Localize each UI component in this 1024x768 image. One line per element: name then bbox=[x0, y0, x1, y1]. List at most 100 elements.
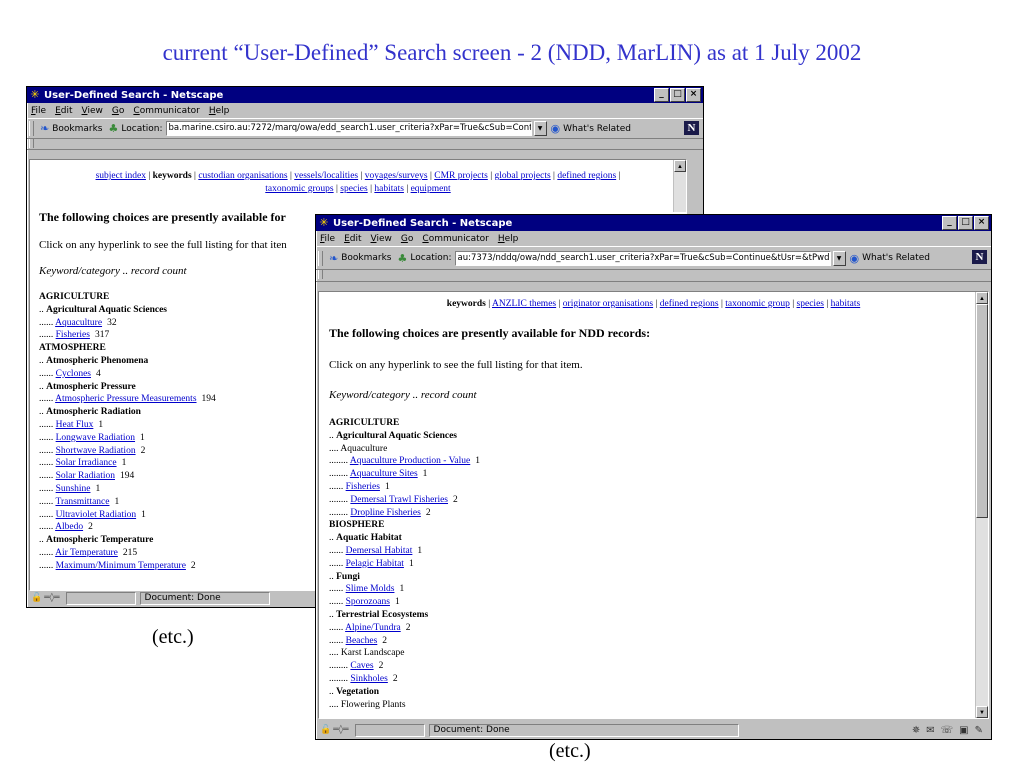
nav-anzlic-themes[interactable]: ANZLIC themes bbox=[492, 299, 556, 309]
navigator-icon[interactable]: ✵ bbox=[912, 725, 920, 736]
menu-help[interactable]: Help bbox=[209, 106, 230, 116]
vertical-scrollbar[interactable]: ▲ bbox=[673, 160, 686, 212]
menu-file[interactable]: File bbox=[31, 106, 46, 116]
nav-global-projects[interactable]: global projects bbox=[494, 171, 550, 181]
keyword-link[interactable]: Fisheries bbox=[346, 482, 380, 492]
url-field[interactable]: au:7373/nddq/owa/ndd_search1.user_criter… bbox=[454, 250, 831, 266]
instruction-text: Click on any hyperlink to see the full l… bbox=[329, 359, 583, 371]
scroll-up-icon[interactable]: ▲ bbox=[976, 292, 988, 304]
security-lock-icon[interactable]: 🔓 bbox=[31, 593, 42, 603]
nav-species[interactable]: species bbox=[797, 299, 824, 309]
nav-custodian-organisations[interactable]: custodian organisations bbox=[198, 171, 287, 181]
toolbar2-grip[interactable] bbox=[29, 139, 34, 148]
keyword-link[interactable]: Longwave Radiation bbox=[56, 433, 135, 443]
address-book-icon[interactable]: ▣ bbox=[959, 725, 968, 736]
keyword-link[interactable]: Demersal Habitat bbox=[346, 546, 413, 556]
nav-cmr-projects[interactable]: CMR projects bbox=[434, 171, 488, 181]
nav-equipment[interactable]: equipment bbox=[411, 184, 451, 194]
composer-icon[interactable]: ✎ bbox=[975, 725, 983, 736]
vertical-scrollbar[interactable]: ▲ ▼ bbox=[975, 292, 988, 718]
whats-related-button[interactable]: ◉ What's Related bbox=[850, 252, 930, 265]
keyword-link[interactable]: Transmittance bbox=[55, 497, 109, 507]
menu-file[interactable]: File bbox=[320, 234, 335, 244]
keyword-link[interactable]: Maximum/Minimum Temperature bbox=[56, 561, 186, 571]
keyword-link[interactable]: Demersal Trawl Fisheries bbox=[350, 495, 448, 505]
nav-voyages-surveys[interactable]: voyages/surveys bbox=[365, 171, 428, 181]
entry-indent: .... bbox=[329, 648, 341, 659]
keyword-link[interactable]: Solar Radiation bbox=[56, 471, 115, 481]
url-dropdown-arrow-icon[interactable]: ▼ bbox=[533, 121, 547, 136]
close-button[interactable]: × bbox=[686, 88, 701, 102]
menu-view[interactable]: View bbox=[371, 234, 392, 244]
toolbar2-grip[interactable] bbox=[318, 270, 323, 279]
window-titlebar[interactable]: ✳ User-Defined Search - Netscape _ □ × bbox=[316, 215, 991, 231]
bookmarks-button[interactable]: ❧ Bookmarks bbox=[329, 252, 392, 265]
toolbar-grip[interactable] bbox=[29, 121, 34, 136]
keyword-link[interactable]: Beaches bbox=[346, 636, 378, 646]
nav-defined-regions[interactable]: defined regions bbox=[660, 299, 719, 309]
keyword-link[interactable]: Slime Molds bbox=[346, 584, 395, 594]
keyword-link[interactable]: Alpine/Tundra bbox=[345, 623, 401, 633]
keyword-link[interactable]: Aquaculture bbox=[55, 318, 102, 328]
keyword-link[interactable]: Caves bbox=[350, 661, 373, 671]
status-text: Document: Done bbox=[428, 723, 739, 737]
maximize-button[interactable]: □ bbox=[670, 88, 685, 102]
entry-indent: ........ bbox=[329, 456, 350, 467]
menu-communicator[interactable]: Communicator bbox=[422, 234, 488, 244]
keyword-link[interactable]: Dropline Fisheries bbox=[350, 508, 420, 518]
menu-edit[interactable]: Edit bbox=[55, 106, 72, 116]
record-count: 2 bbox=[425, 507, 431, 518]
keyword-link[interactable]: Aquaculture Sites bbox=[350, 469, 418, 479]
nav-habitats[interactable]: habitats bbox=[831, 299, 861, 309]
keyword-link[interactable]: Shortwave Radiation bbox=[56, 446, 136, 456]
maximize-button[interactable]: □ bbox=[958, 216, 973, 230]
nav-vessels-localities[interactable]: vessels/localities bbox=[294, 171, 358, 181]
record-count: 1 bbox=[114, 496, 120, 507]
keyword-link[interactable]: Pelagic Habitat bbox=[346, 559, 404, 569]
security-lock-icon[interactable]: 🔓 bbox=[320, 725, 331, 735]
nav-subject-index[interactable]: subject index bbox=[96, 171, 146, 181]
keyword-link[interactable]: Fisheries bbox=[56, 330, 90, 340]
nav-taxonomic-groups[interactable]: taxonomic groups bbox=[265, 184, 333, 194]
keyword-link[interactable]: Air Temperature bbox=[55, 548, 118, 558]
bookmarks-button[interactable]: ❧ Bookmarks bbox=[40, 122, 103, 135]
nav-taxonomic-group[interactable]: taxonomic group bbox=[725, 299, 790, 309]
url-field[interactable]: ba.marine.csiro.au:7272/marq/owa/edd_sea… bbox=[165, 121, 532, 136]
nav-originator-organisations[interactable]: originator organisations bbox=[563, 299, 653, 309]
toolbar-grip[interactable] bbox=[318, 250, 323, 266]
menu-edit[interactable]: Edit bbox=[344, 234, 361, 244]
window-titlebar[interactable]: ✳ User-Defined Search - Netscape _ □ × bbox=[27, 87, 703, 103]
scroll-up-icon[interactable]: ▲ bbox=[674, 160, 686, 172]
keyword-link[interactable]: Cyclones bbox=[56, 369, 91, 379]
menu-view[interactable]: View bbox=[82, 106, 103, 116]
keyword-link[interactable]: Sporozoans bbox=[346, 597, 390, 607]
menu-go[interactable]: Go bbox=[112, 106, 125, 116]
entry-indent: ........ bbox=[329, 507, 351, 518]
progress-cell bbox=[354, 723, 425, 737]
menu-go[interactable]: Go bbox=[401, 234, 414, 244]
keyword-link[interactable]: Solar Irradiance bbox=[56, 458, 117, 468]
keyword-link[interactable]: Aquaculture Production - Value bbox=[350, 456, 470, 466]
newsgroups-icon[interactable]: ☏ bbox=[941, 725, 954, 736]
entry-indent: ........ bbox=[329, 494, 351, 505]
keyword-link[interactable]: Sunshine bbox=[56, 484, 91, 494]
scroll-thumb[interactable] bbox=[976, 304, 988, 518]
keyword-link[interactable]: Sinkholes bbox=[350, 674, 387, 684]
scroll-down-icon[interactable]: ▼ bbox=[976, 706, 988, 718]
minimize-button[interactable]: _ bbox=[654, 88, 669, 102]
menu-help[interactable]: Help bbox=[498, 234, 519, 244]
keyword-link[interactable]: Heat Flux bbox=[56, 420, 94, 430]
nav-habitats[interactable]: habitats bbox=[374, 184, 404, 194]
nav-defined-regions[interactable]: defined regions bbox=[557, 171, 616, 181]
nav-species[interactable]: species bbox=[340, 184, 367, 194]
mail-icon[interactable]: ✉ bbox=[926, 725, 934, 736]
keyword-link[interactable]: Albedo bbox=[55, 522, 83, 532]
menu-communicator[interactable]: Communicator bbox=[133, 106, 199, 116]
keyword-link[interactable]: Ultraviolet Radiation bbox=[56, 510, 136, 520]
url-dropdown-arrow-icon[interactable]: ▼ bbox=[832, 250, 846, 266]
record-count: 1 bbox=[141, 509, 146, 520]
minimize-button[interactable]: _ bbox=[942, 216, 957, 230]
whats-related-button[interactable]: ◉ What's Related bbox=[551, 122, 631, 135]
close-button[interactable]: × bbox=[974, 216, 989, 230]
keyword-link[interactable]: Atmospheric Pressure Measurements bbox=[55, 394, 196, 404]
